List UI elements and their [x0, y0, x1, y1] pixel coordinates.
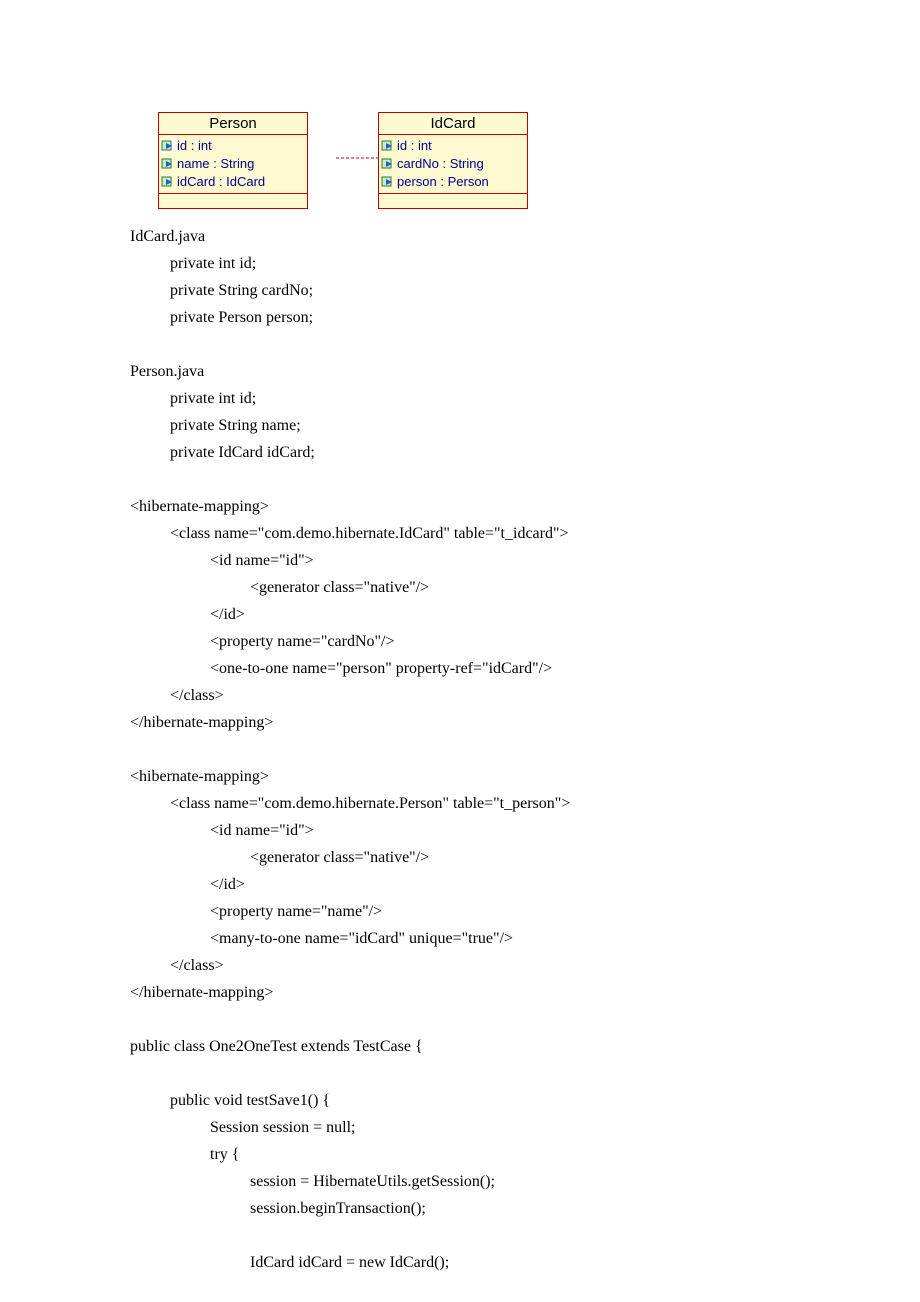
- code-line: private int id;: [130, 385, 770, 412]
- uml-attr: idCard : IdCard: [161, 173, 305, 191]
- code-line: <id name="id">: [130, 547, 770, 574]
- property-icon: [381, 139, 395, 153]
- uml-diagram: Person id : int name : String idCard : I…: [158, 112, 770, 209]
- code-line: </hibernate-mapping>: [130, 979, 770, 1006]
- uml-ops: [379, 194, 527, 208]
- code-line: public class One2OneTest extends TestCas…: [130, 1033, 770, 1060]
- code-line: IdCard.java: [130, 223, 770, 250]
- property-icon: [161, 139, 175, 153]
- uml-class-title: Person: [159, 113, 307, 135]
- uml-class-title: IdCard: [379, 113, 527, 135]
- code-line: <id name="id">: [130, 817, 770, 844]
- code-line: session = HibernateUtils.getSession();: [130, 1168, 770, 1195]
- code-line: <class name="com.demo.hibernate.Person" …: [130, 790, 770, 817]
- code-line: private String name;: [130, 412, 770, 439]
- uml-attr: person : Person: [381, 173, 525, 191]
- property-icon: [381, 175, 395, 189]
- property-icon: [161, 175, 175, 189]
- code-line: <property name="name"/>: [130, 898, 770, 925]
- code-line: public void testSave1() {: [130, 1087, 770, 1114]
- code-line: Session session = null;: [130, 1114, 770, 1141]
- code-line: <class name="com.demo.hibernate.IdCard" …: [130, 520, 770, 547]
- uml-attr-text: idCard : IdCard: [177, 173, 265, 191]
- uml-class-person: Person id : int name : String idCard : I…: [158, 112, 308, 209]
- uml-attr-text: id : int: [397, 137, 432, 155]
- property-icon: [381, 157, 395, 171]
- code-line: session.beginTransaction();: [130, 1195, 770, 1222]
- uml-attrs: id : int name : String idCard : IdCard: [159, 135, 307, 194]
- code-line: private int id;: [130, 250, 770, 277]
- code-line: <generator class="native"/>: [130, 574, 770, 601]
- uml-attr: id : int: [381, 137, 525, 155]
- code-line: Person.java: [130, 358, 770, 385]
- code-line: private IdCard idCard;: [130, 439, 770, 466]
- code-line: try {: [130, 1141, 770, 1168]
- property-icon: [161, 157, 175, 171]
- uml-attr-text: id : int: [177, 137, 212, 155]
- code-line: private String cardNo;: [130, 277, 770, 304]
- code-line: </class>: [130, 952, 770, 979]
- code-line: <hibernate-mapping>: [130, 763, 770, 790]
- uml-ops: [159, 194, 307, 208]
- code-line: IdCard idCard = new IdCard();: [130, 1249, 770, 1276]
- code-line: </id>: [130, 601, 770, 628]
- uml-attr-text: person : Person: [397, 173, 489, 191]
- uml-attr: cardNo : String: [381, 155, 525, 173]
- document-page: Person id : int name : String idCard : I…: [0, 0, 770, 1276]
- code-line: <one-to-one name="person" property-ref="…: [130, 655, 770, 682]
- code-line: private Person person;: [130, 304, 770, 331]
- code-line: </id>: [130, 871, 770, 898]
- uml-attr: id : int: [161, 137, 305, 155]
- code-line: <generator class="native"/>: [130, 844, 770, 871]
- uml-attr-text: cardNo : String: [397, 155, 484, 173]
- uml-attr: name : String: [161, 155, 305, 173]
- code-line: </class>: [130, 682, 770, 709]
- code-line: <many-to-one name="idCard" unique="true"…: [130, 925, 770, 952]
- uml-attrs: id : int cardNo : String person : Person: [379, 135, 527, 194]
- code-line: </hibernate-mapping>: [130, 709, 770, 736]
- code-line: <hibernate-mapping>: [130, 493, 770, 520]
- code-line: <property name="cardNo"/>: [130, 628, 770, 655]
- uml-class-idcard: IdCard id : int cardNo : String person :…: [378, 112, 528, 209]
- uml-attr-text: name : String: [177, 155, 254, 173]
